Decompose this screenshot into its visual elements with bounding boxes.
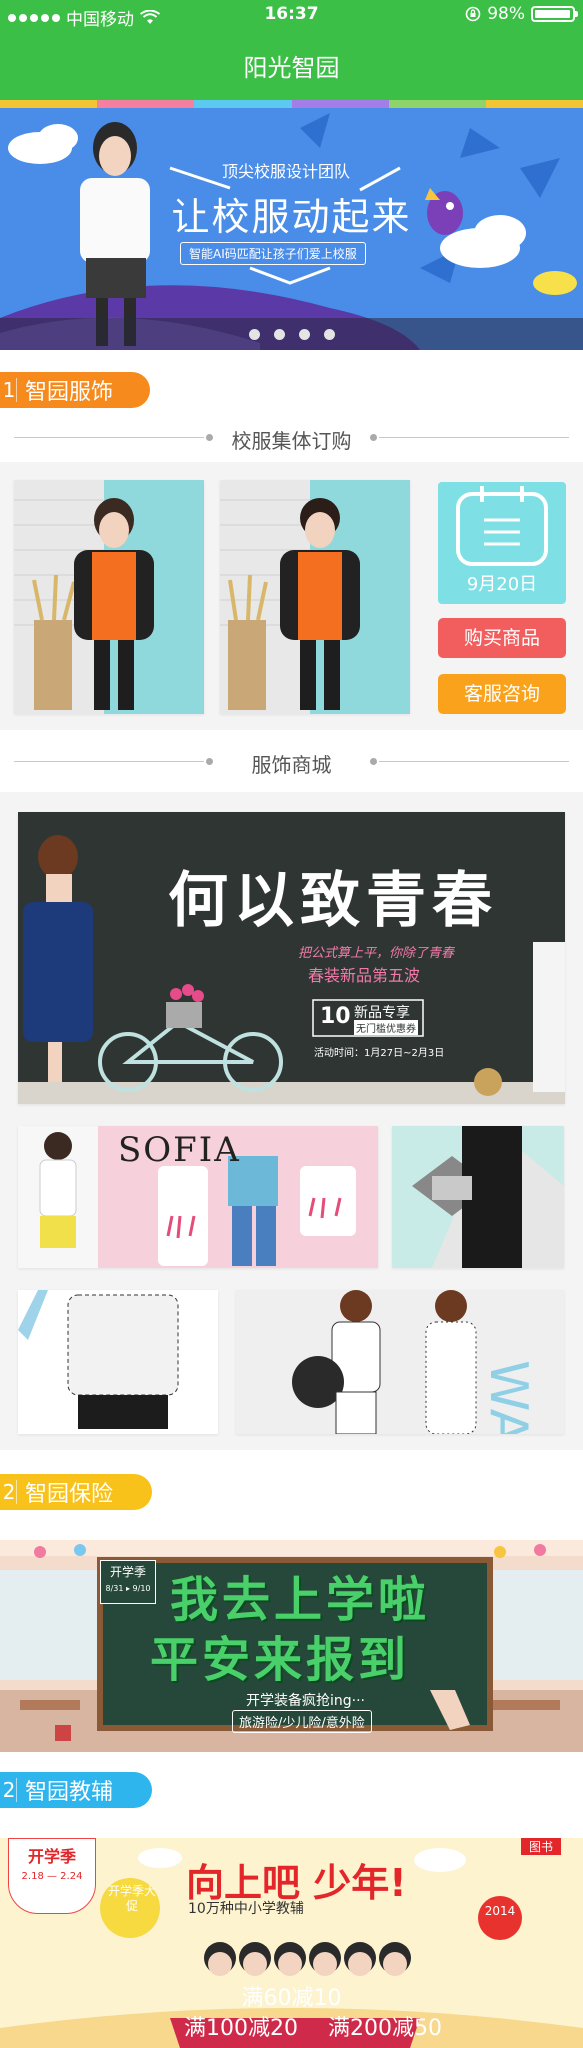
svg-text:WAI: WAI (478, 1360, 538, 1434)
offer-100: 满100减20 (184, 2016, 298, 2041)
mall-promo-banner[interactable]: 何以致青春 把公式算上平，你除了青春 春装新品第五波 10 新品专享 无门槛优惠… (18, 812, 565, 1104)
banner-dot[interactable] (323, 329, 335, 340)
banner-headline: 让校服动起来 (171, 195, 412, 239)
service-button[interactable]: 客服咨询 (438, 674, 566, 714)
promo-line: 把公式算上平，你除了青春 (298, 946, 455, 961)
badge-dates: 2.18 — 2.24 (21, 1871, 83, 1882)
section-tag-insurance[interactable]: 2 智园保险 (0, 1474, 152, 1510)
brand-label: SOFIA (118, 1130, 241, 1170)
banner-dot[interactable] (298, 329, 310, 340)
mall-product-tile[interactable]: SOFIA (18, 1126, 378, 1268)
promo-sub: 春装新品第五波 (308, 966, 421, 985)
product-image: WAI (236, 1290, 564, 1434)
section-title: 智园服饰 (25, 380, 114, 405)
section-title: 智园保险 (25, 1482, 114, 1507)
divider-uniform: 校服集体订购 (14, 423, 569, 453)
uniform-product-card[interactable] (14, 480, 204, 714)
banner-pagination[interactable] (0, 329, 583, 340)
mall-product-tile[interactable] (392, 1126, 564, 1268)
section-tag-tutoring[interactable]: 2 智园教辅 (0, 1772, 152, 1808)
page-title: 阳光智园 (243, 54, 340, 82)
calendar-face: 9月20日 (438, 482, 566, 604)
promo-time: 活动时间：1月27日~2月3日 (314, 1048, 445, 1059)
insurance-line2: 平安来报到 (150, 1632, 411, 1688)
badge-title: 开学季 (27, 1847, 76, 1866)
insurance-banner[interactable]: 开学季 8/31 ▸ 9/10 我去上学啦 平安来报到 开学装备疯抢ing···… (0, 1540, 583, 1752)
tutoring-banner[interactable]: 开学季 2.18 — 2.24 图书 开学季大促 向上吧 少年! 10万种中小学… (0, 1838, 583, 2048)
rainbow-divider (0, 100, 583, 108)
rotation-lock-icon (465, 6, 481, 22)
status-bar: 中国移动 16:37 98% (0, 0, 583, 30)
product-image (220, 480, 410, 714)
product-image (18, 1290, 218, 1434)
section-number: 1 (0, 378, 17, 402)
nav-bar: 阳光智园 (0, 30, 583, 100)
product-image (392, 1126, 564, 1268)
divider-label: 校服集体订购 (231, 429, 352, 453)
mall-product-tile[interactable] (18, 1290, 218, 1434)
books-corner-tag: 图书 (520, 1838, 561, 1855)
insurance-line4: 旅游险/少儿险/意外险 (232, 1710, 372, 1733)
status-right: 98% (465, 4, 578, 24)
tutoring-season-badge: 开学季 2.18 — 2.24 (8, 1838, 96, 1914)
order-date: 9月20日 (466, 574, 538, 595)
coupon-line1: 新品专享 (354, 1005, 410, 1021)
calendar-icon (456, 486, 548, 566)
hero-banner[interactable]: 顶尖校服设计团队 让校服动起来 智能AI码匹配让孩子们爱上校服 (0, 108, 583, 350)
badge-dates: 8/31 ▸ 9/10 (105, 1584, 151, 1593)
section-number: 2 (0, 1480, 17, 1504)
section-tag-clothing[interactable]: 1 智园服饰 (0, 372, 150, 408)
tutoring-sub: 10万种中小学教辅 (188, 1901, 304, 1917)
promo-seal: 开学季大促 (108, 1884, 157, 1913)
section-number: 2 (0, 1778, 17, 1802)
buy-button[interactable]: 购买商品 (438, 618, 566, 658)
badge-title: 开学季 (109, 1565, 146, 1579)
insurance-line3: 开学装备疯抢ing··· (246, 1693, 365, 1709)
section-title: 智园教辅 (25, 1780, 114, 1805)
divider-label: 服饰商城 (251, 753, 332, 777)
banner-dot[interactable] (273, 329, 285, 340)
mall-product-tile[interactable]: WAI (236, 1290, 564, 1434)
battery-percent: 98% (487, 4, 525, 24)
insurance-season-badge: 开学季 8/31 ▸ 9/10 (100, 1560, 156, 1604)
coupon-line2: 无门槛优惠券 (354, 1020, 418, 1035)
uniform-product-card[interactable] (220, 480, 410, 714)
coupon-value: 10 (320, 1004, 351, 1029)
offer-200: 满200减50 (328, 2016, 442, 2041)
year-badge: 2014 (484, 1904, 516, 1918)
banner-dot[interactable] (248, 329, 260, 340)
banner-subhead: 顶尖校服设计团队 (222, 162, 351, 181)
divider-mall: 服饰商城 (14, 747, 569, 777)
product-image (14, 480, 204, 714)
offer-60: 满60减10 (241, 1986, 342, 2011)
banner-tagline: 智能AI码匹配让孩子们爱上校服 (180, 242, 366, 265)
battery-icon (531, 6, 578, 22)
promo-title: 何以致青春 (168, 866, 498, 936)
